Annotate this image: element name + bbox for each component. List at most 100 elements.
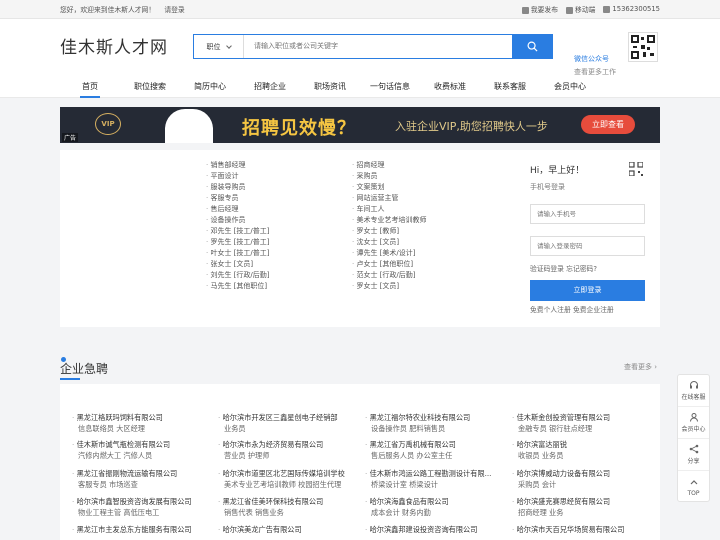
company-name[interactable]: 黑龙江福尔特农业科技有限公司 [365,412,513,423]
nav-member-center[interactable]: 会员中心 [542,76,598,98]
company-name[interactable]: 哈尔滨市鑫智股资咨询发展有限公司 [72,496,220,507]
post-link[interactable]: 设备操作员 [206,215,270,226]
nav-companies[interactable]: 招聘企业 [242,76,298,98]
qr-login-icon[interactable] [629,162,643,176]
post-link[interactable]: 平面设计 [206,171,270,182]
job-positions[interactable]: 营业员 护理师 [218,450,366,461]
search-type-select[interactable]: 职位 [194,35,244,58]
job-card[interactable]: 黑龙江省万禹机械有限公司售后服务人员 办公室主任 [365,439,513,461]
post-link[interactable]: 销售部经理 [206,160,270,171]
post-link[interactable]: 车间工人 [352,204,426,215]
password-input[interactable] [530,236,645,256]
job-card[interactable]: 哈尔滨海鑫食品有限公司成本会计 财务内勤 [365,496,513,518]
search-button[interactable] [512,35,552,58]
banner-cta-button[interactable]: 立即查看 [581,115,635,134]
post-link[interactable]: 邓先生 [技工/普工] [206,226,269,237]
post-link[interactable]: 范女士 [行政/后勤] [352,270,426,281]
vip-banner[interactable]: VIP 招聘见效慢？ 入驻企业VIP,助您招聘快人一步 立即查看 广告 [60,107,660,143]
company-name[interactable]: 哈尔滨市永为经济贸易有限公司 [218,439,366,450]
post-link[interactable]: 叶女士 [技工/普工] [206,248,269,259]
search-input[interactable] [244,35,512,58]
share-button[interactable]: 分享 [678,439,709,471]
job-positions[interactable]: 汽修内燃大工 汽修人员 [72,450,220,461]
job-positions[interactable]: 成本会计 财务内勤 [365,507,513,518]
job-card[interactable]: 哈尔滨市开发区三鑫星创电子经销部业务员 [218,412,366,434]
company-name[interactable]: 佳木斯市诚气瓶检测有限公司 [72,439,220,450]
phone-input[interactable] [530,204,645,224]
post-link[interactable]: 美术专业艺考培训教师 [352,215,426,226]
nav-home[interactable]: 首页 [62,76,118,98]
mobile-link[interactable]: 移动端 [566,4,595,14]
login-link[interactable]: 请登录 [164,6,184,14]
job-positions[interactable]: 采购员 会计 [512,479,660,490]
nav-contact[interactable]: 联系客服 [482,76,538,98]
job-positions[interactable]: 设备操作员 肥料销售员 [365,423,513,434]
online-service-button[interactable]: 在线客服 [678,375,709,407]
job-positions[interactable]: 销售代表 销售业务 [218,507,366,518]
post-link[interactable]: 张女士 [文员] [206,259,270,270]
job-card[interactable]: 黑龙江省佳美环保科技有限公司销售代表 销售业务 [218,496,366,518]
company-name[interactable]: 哈尔滨市开发区三鑫星创电子经销部 [218,412,366,423]
site-logo[interactable]: 佳木斯人才网 [60,33,168,58]
job-positions[interactable]: 美术专业艺考培训教师 校园招生代理 [218,479,366,490]
job-positions[interactable]: 信息联络员 大区经理 [72,423,220,434]
post-link[interactable]: 文案策划 [352,182,426,193]
job-positions[interactable]: 业务员 [218,423,366,434]
post-link[interactable]: 罗先生 [技工/普工] [206,237,269,248]
company-name[interactable]: 哈尔滨盛克赛思经贸有限公司 [512,496,660,507]
job-positions[interactable]: 招商经理 业务 [512,507,660,518]
job-card[interactable]: 佳木斯市鸿运公路工程勘测设计有限...桥梁设计室 桥梁设计 [365,468,513,490]
company-name[interactable]: 黑龙江格跃玛饲料有限公司 [72,412,220,423]
job-positions[interactable]: 物业工程主管 高低压电工 [72,507,220,518]
post-link[interactable]: 罗女士 [文员] [352,281,426,292]
login-options[interactable]: 验证码登录 忘记密码? [530,263,650,273]
post-link[interactable]: 采购员 [352,171,426,182]
company-name[interactable]: 哈尔滨鑫邦建设投资咨询有限公司 [365,524,513,535]
company-name[interactable]: 哈尔滨海鑫食品有限公司 [365,496,513,507]
job-positions[interactable]: 客服专员 市场巡查 [72,479,220,490]
nav-news[interactable]: 职场资讯 [302,76,358,98]
login-button[interactable]: 立即登录 [530,280,645,301]
post-link[interactable]: 客服专员 [206,193,270,204]
job-card[interactable]: 哈尔滨美龙广告有限公司 [218,524,366,535]
post-link[interactable]: 谭先生 [美术/设计] [352,248,426,259]
job-card[interactable]: 哈尔滨市永为经济贸易有限公司营业员 护理师 [218,439,366,461]
job-card[interactable]: 黑龙江福尔特农业科技有限公司设备操作员 肥料销售员 [365,412,513,434]
back-to-top-button[interactable]: TOP [678,471,709,503]
company-name[interactable]: 佳木斯金创投资管理有限公司 [512,412,660,423]
nav-pricing[interactable]: 收费标准 [422,76,478,98]
nav-resume-center[interactable]: 简历中心 [182,76,238,98]
post-link[interactable]: 卢女士 [其他职位] [352,259,426,270]
job-card[interactable]: 黑龙江格跃玛饲料有限公司信息联络员 大区经理 [72,412,220,434]
job-card[interactable]: 佳木斯市诚气瓶检测有限公司汽修内燃大工 汽修人员 [72,439,220,461]
company-name[interactable]: 哈尔滨市道里区北艺国际传媒培训学校 [218,468,366,479]
post-link[interactable]: 马先生 [其他职位] [206,281,270,292]
job-card[interactable]: 哈尔滨市道里区北艺国际传媒培训学校美术专业艺考培训教师 校园招生代理 [218,468,366,490]
post-link[interactable]: 服装导购员 [206,182,270,193]
company-name[interactable]: 哈尔滨富达丽锐 [512,439,660,450]
job-card[interactable]: 哈尔滨富达丽锐收银员 业务员 [512,439,660,461]
post-link[interactable]: 网站运营主管 [352,193,426,204]
publish-link[interactable]: 我要发布 [521,4,558,14]
job-positions[interactable]: 金融专员 银行驻点经理 [512,423,660,434]
company-name[interactable]: 黑龙江市主发总东方能服务有限公司 [72,524,220,535]
company-name[interactable]: 佳木斯市鸿运公路工程勘测设计有限... [365,468,513,479]
register-links[interactable]: 免费个人注册 免费企业注册 [530,304,650,314]
job-card[interactable]: 哈尔滨市天百兄华场贸易有限公司 [512,524,660,535]
nav-job-search[interactable]: 职位搜索 [122,76,178,98]
job-card[interactable]: 哈尔滨鑫邦建设投资咨询有限公司 [365,524,513,535]
job-positions[interactable]: 收银员 业务员 [512,450,660,461]
job-card[interactable]: 哈尔滨博威动力设备有限公司采购员 会计 [512,468,660,490]
job-card[interactable]: 哈尔滨市鑫智股资咨询发展有限公司物业工程主管 高低压电工 [72,496,220,518]
job-positions[interactable]: 桥梁设计室 桥梁设计 [365,479,513,490]
company-name[interactable]: 哈尔滨美龙广告有限公司 [218,524,366,535]
nav-one-line-info[interactable]: 一句话信息 [362,76,418,98]
job-card[interactable]: 佳木斯金创投资管理有限公司金融专员 银行驻点经理 [512,412,660,434]
job-positions[interactable]: 售后服务人员 办公室主任 [365,450,513,461]
job-card[interactable]: 黑龙江市主发总东方能服务有限公司 [72,524,220,535]
post-link[interactable]: 罗女士 [教师] [352,226,426,237]
post-link[interactable]: 招商经理 [352,160,426,171]
company-name[interactable]: 哈尔滨市天百兄华场贸易有限公司 [512,524,660,535]
company-name[interactable]: 黑龙江省振刚物流运输有限公司 [72,468,220,479]
job-card[interactable]: 哈尔滨盛克赛思经贸有限公司招商经理 业务 [512,496,660,518]
